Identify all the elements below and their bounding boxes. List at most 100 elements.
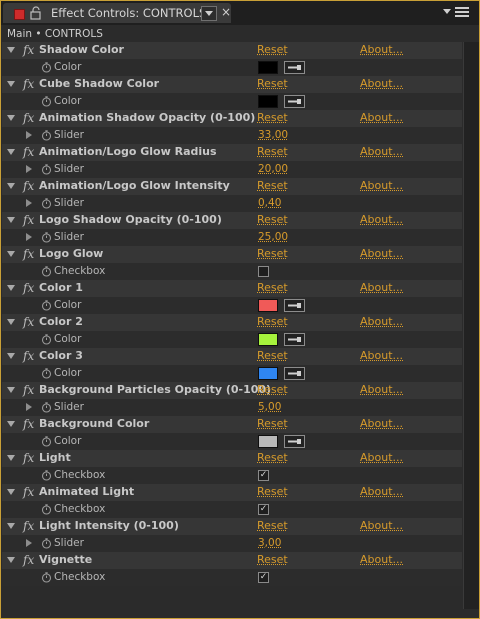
stopwatch-icon[interactable]: [41, 572, 52, 583]
expand-property-icon[interactable]: [26, 165, 32, 173]
stopwatch-icon[interactable]: [41, 130, 52, 141]
stopwatch-icon[interactable]: [41, 232, 52, 243]
reset-link[interactable]: Reset: [257, 349, 288, 362]
stopwatch-icon[interactable]: [41, 368, 52, 379]
fx-icon[interactable]: fx: [23, 315, 34, 329]
vertical-scrollbar[interactable]: [463, 42, 479, 609]
fx-icon[interactable]: fx: [23, 349, 34, 363]
expand-triangle-icon[interactable]: [7, 455, 15, 461]
reset-link[interactable]: Reset: [257, 281, 288, 294]
expand-triangle-icon[interactable]: [7, 183, 15, 189]
color-swatch[interactable]: [258, 299, 278, 312]
about-link[interactable]: About...: [360, 315, 403, 328]
about-link[interactable]: About...: [360, 383, 403, 396]
slider-value[interactable]: 5,00: [258, 401, 281, 413]
reset-link[interactable]: Reset: [257, 451, 288, 464]
color-swatch[interactable]: [258, 435, 278, 448]
color-swatch[interactable]: [258, 333, 278, 346]
about-link[interactable]: About...: [360, 519, 403, 532]
panel-tab[interactable]: Effect Controls: CONTROLS ×: [3, 3, 231, 23]
eyedropper-icon[interactable]: [284, 435, 305, 448]
about-link[interactable]: About...: [360, 281, 403, 294]
color-swatch[interactable]: [258, 367, 278, 380]
reset-link[interactable]: Reset: [257, 315, 288, 328]
about-link[interactable]: About...: [360, 145, 403, 158]
color-swatch[interactable]: [258, 95, 278, 108]
stopwatch-icon[interactable]: [41, 300, 52, 311]
stopwatch-icon[interactable]: [41, 402, 52, 413]
expand-triangle-icon[interactable]: [7, 523, 15, 529]
expand-triangle-icon[interactable]: [7, 285, 15, 291]
stopwatch-icon[interactable]: [41, 164, 52, 175]
slider-value[interactable]: 25,00: [258, 231, 288, 243]
expand-property-icon[interactable]: [26, 131, 32, 139]
expand-triangle-icon[interactable]: [7, 489, 15, 495]
slider-value[interactable]: 20,00: [258, 163, 288, 175]
about-link[interactable]: About...: [360, 451, 403, 464]
slider-value[interactable]: 33,00: [258, 129, 288, 141]
expand-triangle-icon[interactable]: [7, 149, 15, 155]
color-swatch[interactable]: [258, 61, 278, 74]
fx-icon[interactable]: fx: [23, 281, 34, 295]
about-link[interactable]: About...: [360, 111, 403, 124]
stopwatch-icon[interactable]: [41, 266, 52, 277]
fx-icon[interactable]: fx: [23, 247, 34, 261]
expand-triangle-icon[interactable]: [7, 47, 15, 53]
fx-icon[interactable]: fx: [23, 383, 34, 397]
expand-triangle-icon[interactable]: [7, 81, 15, 87]
lock-icon[interactable]: [29, 6, 43, 20]
expand-triangle-icon[interactable]: [7, 319, 15, 325]
slider-value[interactable]: 3,00: [258, 537, 281, 549]
reset-link[interactable]: Reset: [257, 43, 288, 56]
composition-dropdown-button[interactable]: [201, 6, 217, 21]
eyedropper-icon[interactable]: [284, 299, 305, 312]
reset-link[interactable]: Reset: [257, 77, 288, 90]
about-link[interactable]: About...: [360, 553, 403, 566]
fx-icon[interactable]: fx: [23, 417, 34, 431]
expand-property-icon[interactable]: [26, 233, 32, 241]
fx-icon[interactable]: fx: [23, 77, 34, 91]
stopwatch-icon[interactable]: [41, 96, 52, 107]
reset-link[interactable]: Reset: [257, 553, 288, 566]
expand-property-icon[interactable]: [26, 403, 32, 411]
stopwatch-icon[interactable]: [41, 436, 52, 447]
reset-link[interactable]: Reset: [257, 213, 288, 226]
stopwatch-icon[interactable]: [41, 504, 52, 515]
eyedropper-icon[interactable]: [284, 95, 305, 108]
about-link[interactable]: About...: [360, 43, 403, 56]
about-link[interactable]: About...: [360, 213, 403, 226]
reset-link[interactable]: Reset: [257, 519, 288, 532]
close-tab-icon[interactable]: ×: [221, 5, 231, 19]
expand-property-icon[interactable]: [26, 539, 32, 547]
reset-link[interactable]: Reset: [257, 179, 288, 192]
reset-link[interactable]: Reset: [257, 383, 288, 396]
eyedropper-icon[interactable]: [284, 61, 305, 74]
slider-value[interactable]: 0,40: [258, 197, 281, 209]
fx-icon[interactable]: fx: [23, 519, 34, 533]
panel-menu-icon[interactable]: [443, 5, 473, 19]
stopwatch-icon[interactable]: [41, 538, 52, 549]
about-link[interactable]: About...: [360, 77, 403, 90]
fx-icon[interactable]: fx: [23, 179, 34, 193]
stopwatch-icon[interactable]: [41, 62, 52, 73]
stopwatch-icon[interactable]: [41, 198, 52, 209]
stopwatch-icon[interactable]: [41, 470, 52, 481]
fx-icon[interactable]: fx: [23, 451, 34, 465]
fx-icon[interactable]: fx: [23, 553, 34, 567]
reset-link[interactable]: Reset: [257, 145, 288, 158]
checkbox[interactable]: ✓: [258, 504, 269, 515]
about-link[interactable]: About...: [360, 247, 403, 260]
expand-triangle-icon[interactable]: [7, 217, 15, 223]
checkbox[interactable]: [258, 266, 269, 277]
reset-link[interactable]: Reset: [257, 111, 288, 124]
fx-icon[interactable]: fx: [23, 145, 34, 159]
expand-triangle-icon[interactable]: [7, 115, 15, 121]
fx-icon[interactable]: fx: [23, 213, 34, 227]
expand-triangle-icon[interactable]: [7, 421, 15, 427]
eyedropper-icon[interactable]: [284, 367, 305, 380]
eyedropper-icon[interactable]: [284, 333, 305, 346]
about-link[interactable]: About...: [360, 485, 403, 498]
fx-icon[interactable]: fx: [23, 485, 34, 499]
about-link[interactable]: About...: [360, 417, 403, 430]
expand-triangle-icon[interactable]: [7, 387, 15, 393]
